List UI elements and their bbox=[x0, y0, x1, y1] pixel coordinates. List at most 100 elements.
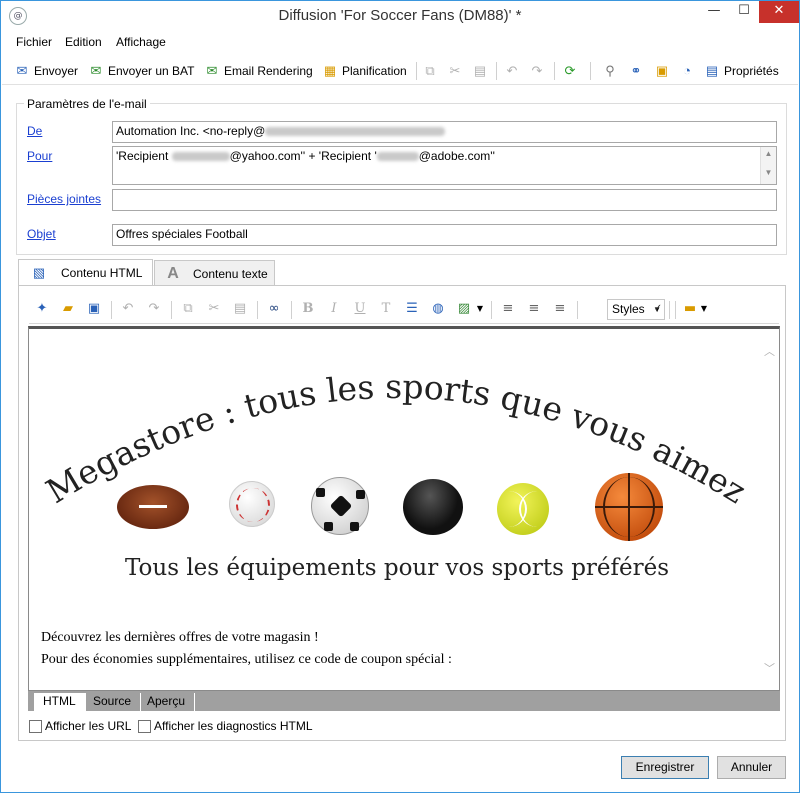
subject-input[interactable]: Offres spéciales Football bbox=[112, 224, 777, 246]
copy-icon: ⧉ bbox=[425, 63, 435, 78]
properties-button[interactable]: ▤ Propriétés bbox=[704, 61, 779, 81]
binoculars-icon: ∞ bbox=[268, 301, 280, 316]
menu-edition[interactable]: Edition bbox=[65, 35, 102, 49]
show-diagnostics-checkbox[interactable] bbox=[138, 719, 151, 733]
clipboard-icon: ▤ bbox=[233, 301, 247, 316]
list-button[interactable]: ☰ bbox=[403, 300, 421, 318]
show-urls-option[interactable]: Afficher les URL bbox=[29, 719, 131, 733]
to-field-scrollbar[interactable]: ▲ ▼ bbox=[760, 147, 776, 184]
editor-scrollbar[interactable]: ︿ ﹀ bbox=[761, 329, 779, 690]
bold-button[interactable]: B bbox=[299, 300, 317, 318]
personalization-dropdown[interactable]: ▼ bbox=[699, 300, 709, 318]
italic-button[interactable]: I bbox=[325, 300, 343, 318]
image-icon: ▨ bbox=[457, 301, 471, 316]
tennis-ball-image bbox=[497, 483, 549, 535]
spellcheck-icon: ✓ bbox=[653, 303, 663, 314]
undo-icon: ↶ bbox=[506, 63, 518, 78]
font-size-icon: T bbox=[381, 301, 391, 316]
editor-paste-button[interactable]: ▤ bbox=[231, 300, 249, 318]
chevron-up-icon[interactable]: ︿ bbox=[764, 343, 775, 359]
image-dropdown[interactable]: ▼ bbox=[475, 300, 485, 318]
envelope-check-icon: ✉ bbox=[206, 63, 218, 78]
align-center-button[interactable]: ≡ bbox=[525, 300, 543, 318]
redo-button[interactable]: ↷ bbox=[529, 61, 545, 81]
new-document-icon: ✦ bbox=[36, 301, 48, 316]
minimize-button[interactable]: — bbox=[699, 1, 729, 23]
undo-icon: ↶ bbox=[122, 301, 134, 316]
editor-undo-button[interactable]: ↶ bbox=[119, 300, 137, 318]
underline-icon: U bbox=[354, 301, 366, 316]
paste-button[interactable]: ▤ bbox=[472, 61, 488, 81]
floppy-icon: ▣ bbox=[87, 301, 101, 316]
title-bar: @ Diffusion 'For Soccer Fans (DM88)' * —… bbox=[1, 1, 799, 31]
align-right-icon: ≡ bbox=[554, 301, 566, 316]
hyperlink-button[interactable]: ◍ bbox=[429, 300, 447, 318]
paperclip-icon: ⚲ bbox=[605, 63, 615, 78]
italic-icon: I bbox=[331, 301, 337, 316]
align-left-button[interactable]: ≡ bbox=[499, 300, 517, 318]
send-proof-button[interactable]: ✉ Envoyer un BAT bbox=[88, 61, 195, 81]
send-button[interactable]: ✉ Envoyer bbox=[14, 61, 78, 81]
close-button[interactable]: ✕ bbox=[759, 1, 799, 23]
globe-link-icon: ◍ bbox=[432, 301, 444, 316]
planning-button[interactable]: ▦ Planification bbox=[322, 61, 407, 81]
menu-fichier[interactable]: Fichier bbox=[16, 35, 52, 49]
attachment-button[interactable]: ⚲ bbox=[602, 61, 618, 81]
from-field[interactable]: Automation Inc. <no-reply@ bbox=[112, 121, 777, 143]
undo-button[interactable]: ↶ bbox=[504, 61, 520, 81]
tracking-button[interactable]: ◔ bbox=[679, 61, 695, 81]
attachments-field[interactable] bbox=[112, 189, 777, 211]
open-button[interactable]: ▰ bbox=[59, 300, 77, 318]
chevron-down-icon[interactable]: ﹀ bbox=[764, 660, 775, 676]
editor-toolbar: ✦ ▰ ▣ ↶ ↷ ⧉ ✂ ▤ ∞ B I U T ☰ ◍ ▨ ▼ ≡ ≡ ≡ … bbox=[29, 296, 779, 324]
tab-text-content[interactable]: A Contenu texte bbox=[154, 260, 275, 286]
cancel-button[interactable]: Annuler bbox=[717, 756, 786, 779]
underline-button[interactable]: U bbox=[351, 300, 369, 318]
window-title: Diffusion 'For Soccer Fans (DM88)' * bbox=[278, 7, 522, 24]
from-label[interactable]: De bbox=[27, 124, 42, 138]
attachments-label[interactable]: Pièces jointes bbox=[27, 192, 101, 206]
font-size-button[interactable]: T bbox=[377, 300, 395, 318]
editor-copy-button[interactable]: ⧉ bbox=[179, 300, 197, 318]
align-center-icon: ≡ bbox=[528, 301, 540, 316]
offer-button[interactable]: ▣ bbox=[654, 61, 670, 81]
envelope-check-icon: ✉ bbox=[90, 63, 102, 78]
refresh-icon: ⟳ bbox=[564, 63, 576, 78]
to-field[interactable]: 'Recipient @yahoo.com'' + 'Recipient ' @a… bbox=[112, 146, 777, 185]
personalization-button[interactable]: ▬ bbox=[681, 300, 699, 318]
subject-label[interactable]: Objet bbox=[27, 227, 56, 241]
link-icon: ⚭ bbox=[630, 63, 642, 78]
link-button[interactable]: ⚭ bbox=[628, 61, 644, 81]
menu-affichage[interactable]: Affichage bbox=[116, 35, 166, 49]
redo-icon: ↷ bbox=[148, 301, 160, 316]
show-diagnostics-option[interactable]: Afficher les diagnostics HTML bbox=[138, 719, 313, 733]
align-right-button[interactable]: ≡ bbox=[551, 300, 569, 318]
gift-icon: ▣ bbox=[655, 63, 669, 78]
maximize-button[interactable]: ☐ bbox=[729, 1, 759, 23]
text-a-icon: A bbox=[167, 264, 179, 282]
soccer-ball-image bbox=[311, 477, 369, 535]
tab-view-preview[interactable]: Aperçu bbox=[138, 693, 196, 711]
new-document-button[interactable]: ✦ bbox=[33, 300, 51, 318]
tab-view-html[interactable]: HTML bbox=[34, 693, 86, 711]
to-label[interactable]: Pour bbox=[27, 149, 52, 163]
copy-button[interactable]: ⧉ bbox=[422, 61, 438, 81]
save-button[interactable]: Enregistrer bbox=[621, 756, 709, 779]
tab-view-source[interactable]: Source bbox=[84, 693, 142, 711]
cut-button[interactable]: ✂ bbox=[447, 61, 463, 81]
tab-html-content[interactable]: ▧ Contenu HTML bbox=[18, 259, 153, 286]
editor-cut-button[interactable]: ✂ bbox=[205, 300, 223, 318]
chevron-down-icon: ▼ bbox=[700, 304, 708, 313]
spellcheck-button[interactable]: ✓ bbox=[649, 300, 667, 318]
editor-redo-button[interactable]: ↷ bbox=[145, 300, 163, 318]
email-rendering-button[interactable]: ✉ Email Rendering bbox=[204, 61, 313, 81]
show-urls-checkbox[interactable] bbox=[29, 719, 42, 733]
find-button[interactable]: ∞ bbox=[265, 300, 283, 318]
refresh-button[interactable]: ⟳ bbox=[562, 61, 578, 81]
image-button[interactable]: ▨ bbox=[455, 300, 473, 318]
clipboard-icon: ▤ bbox=[473, 63, 487, 78]
main-toolbar: ✉ Envoyer ✉ Envoyer un BAT ✉ Email Renderin… bbox=[2, 57, 798, 85]
save-document-button[interactable]: ▣ bbox=[85, 300, 103, 318]
html-editor-area[interactable]: Megastore : tous les sports que vous aim… bbox=[28, 326, 780, 691]
football-image bbox=[117, 485, 189, 529]
